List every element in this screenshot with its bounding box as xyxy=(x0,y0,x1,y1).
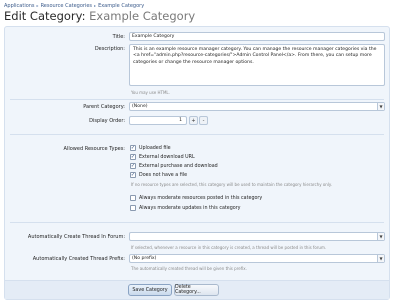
chevron-down-icon[interactable]: ▼ xyxy=(377,103,384,110)
type-external-purchase[interactable]: ✓ External purchase and download xyxy=(130,163,218,169)
parent-category-label: Parent Category: xyxy=(83,104,125,110)
description-hint: You may use HTML. xyxy=(131,90,170,95)
checkbox-icon[interactable] xyxy=(130,195,136,201)
description-label: Description: xyxy=(94,46,125,52)
display-order-label: Display Order: xyxy=(89,118,125,124)
type-uploaded-file-label: Uploaded file xyxy=(139,145,171,151)
thread-prefix-select[interactable]: (No prefix) ▼ xyxy=(129,254,385,263)
thread-prefix-label: Automatically Created Thread Prefix: xyxy=(32,256,125,262)
description-textarea[interactable]: This is an example resource manager cate… xyxy=(129,44,385,86)
parent-category-select[interactable]: (None) ▼ xyxy=(129,102,385,111)
thread-forum-hint: If selected, whenever a resource in this… xyxy=(131,245,327,250)
thread-forum-label: Automatically Create Thread In Forum: xyxy=(27,234,125,240)
type-no-file[interactable]: ✓ Does not have a file xyxy=(130,172,187,178)
title-input[interactable]: Example Category xyxy=(129,32,385,41)
divider xyxy=(10,134,384,135)
type-external-purchase-label: External purchase and download xyxy=(139,163,218,169)
thread-prefix-hint: The automatically created thread will be… xyxy=(131,266,247,271)
page-title-name: Example Category xyxy=(89,9,196,23)
checkbox-checked-icon[interactable]: ✓ xyxy=(130,172,136,178)
divider xyxy=(10,222,384,223)
moderate-resources-label: Always moderate resources posted in this… xyxy=(139,195,263,201)
type-external-download-url[interactable]: ✓ External download URL xyxy=(130,154,195,160)
increment-button[interactable]: + xyxy=(189,116,198,125)
moderate-updates[interactable]: Always moderate updates in this category xyxy=(130,205,241,211)
parent-category-value: (None) xyxy=(132,104,148,109)
checkbox-checked-icon[interactable]: ✓ xyxy=(130,154,136,160)
checkbox-checked-icon[interactable]: ✓ xyxy=(130,163,136,169)
type-external-download-url-label: External download URL xyxy=(139,154,195,160)
breadcrumb-separator-icon: ▸ xyxy=(36,3,39,8)
page-title-prefix: Edit Category: xyxy=(4,9,86,23)
save-category-button[interactable]: Save Category xyxy=(128,284,172,296)
type-no-file-label: Does not have a file xyxy=(139,172,188,178)
title-label: Title: xyxy=(112,34,125,40)
divider xyxy=(10,99,384,100)
thread-prefix-value: (No prefix) xyxy=(132,256,157,261)
type-uploaded-file[interactable]: ✓ Uploaded file xyxy=(130,145,171,151)
breadcrumb-separator-icon: ▸ xyxy=(94,3,97,8)
display-order-input[interactable]: 1 xyxy=(129,116,187,125)
delete-category-button[interactable]: Delete Category... xyxy=(174,284,219,296)
chevron-down-icon[interactable]: ▼ xyxy=(377,255,384,262)
allowed-resource-types-label: Allowed Resource Types: xyxy=(63,146,125,152)
thread-forum-select[interactable]: ▼ xyxy=(129,232,385,241)
moderate-resources[interactable]: Always moderate resources posted in this… xyxy=(130,195,262,201)
moderate-updates-label: Always moderate updates in this category xyxy=(139,205,241,211)
types-hint: If no resource types are selected, this … xyxy=(131,182,333,187)
chevron-down-icon[interactable]: ▼ xyxy=(377,233,384,240)
page-title: Edit Category: Example Category xyxy=(4,9,195,23)
checkbox-icon[interactable] xyxy=(130,205,136,211)
checkbox-checked-icon[interactable]: ✓ xyxy=(130,145,136,151)
decrement-button[interactable]: - xyxy=(199,116,208,125)
